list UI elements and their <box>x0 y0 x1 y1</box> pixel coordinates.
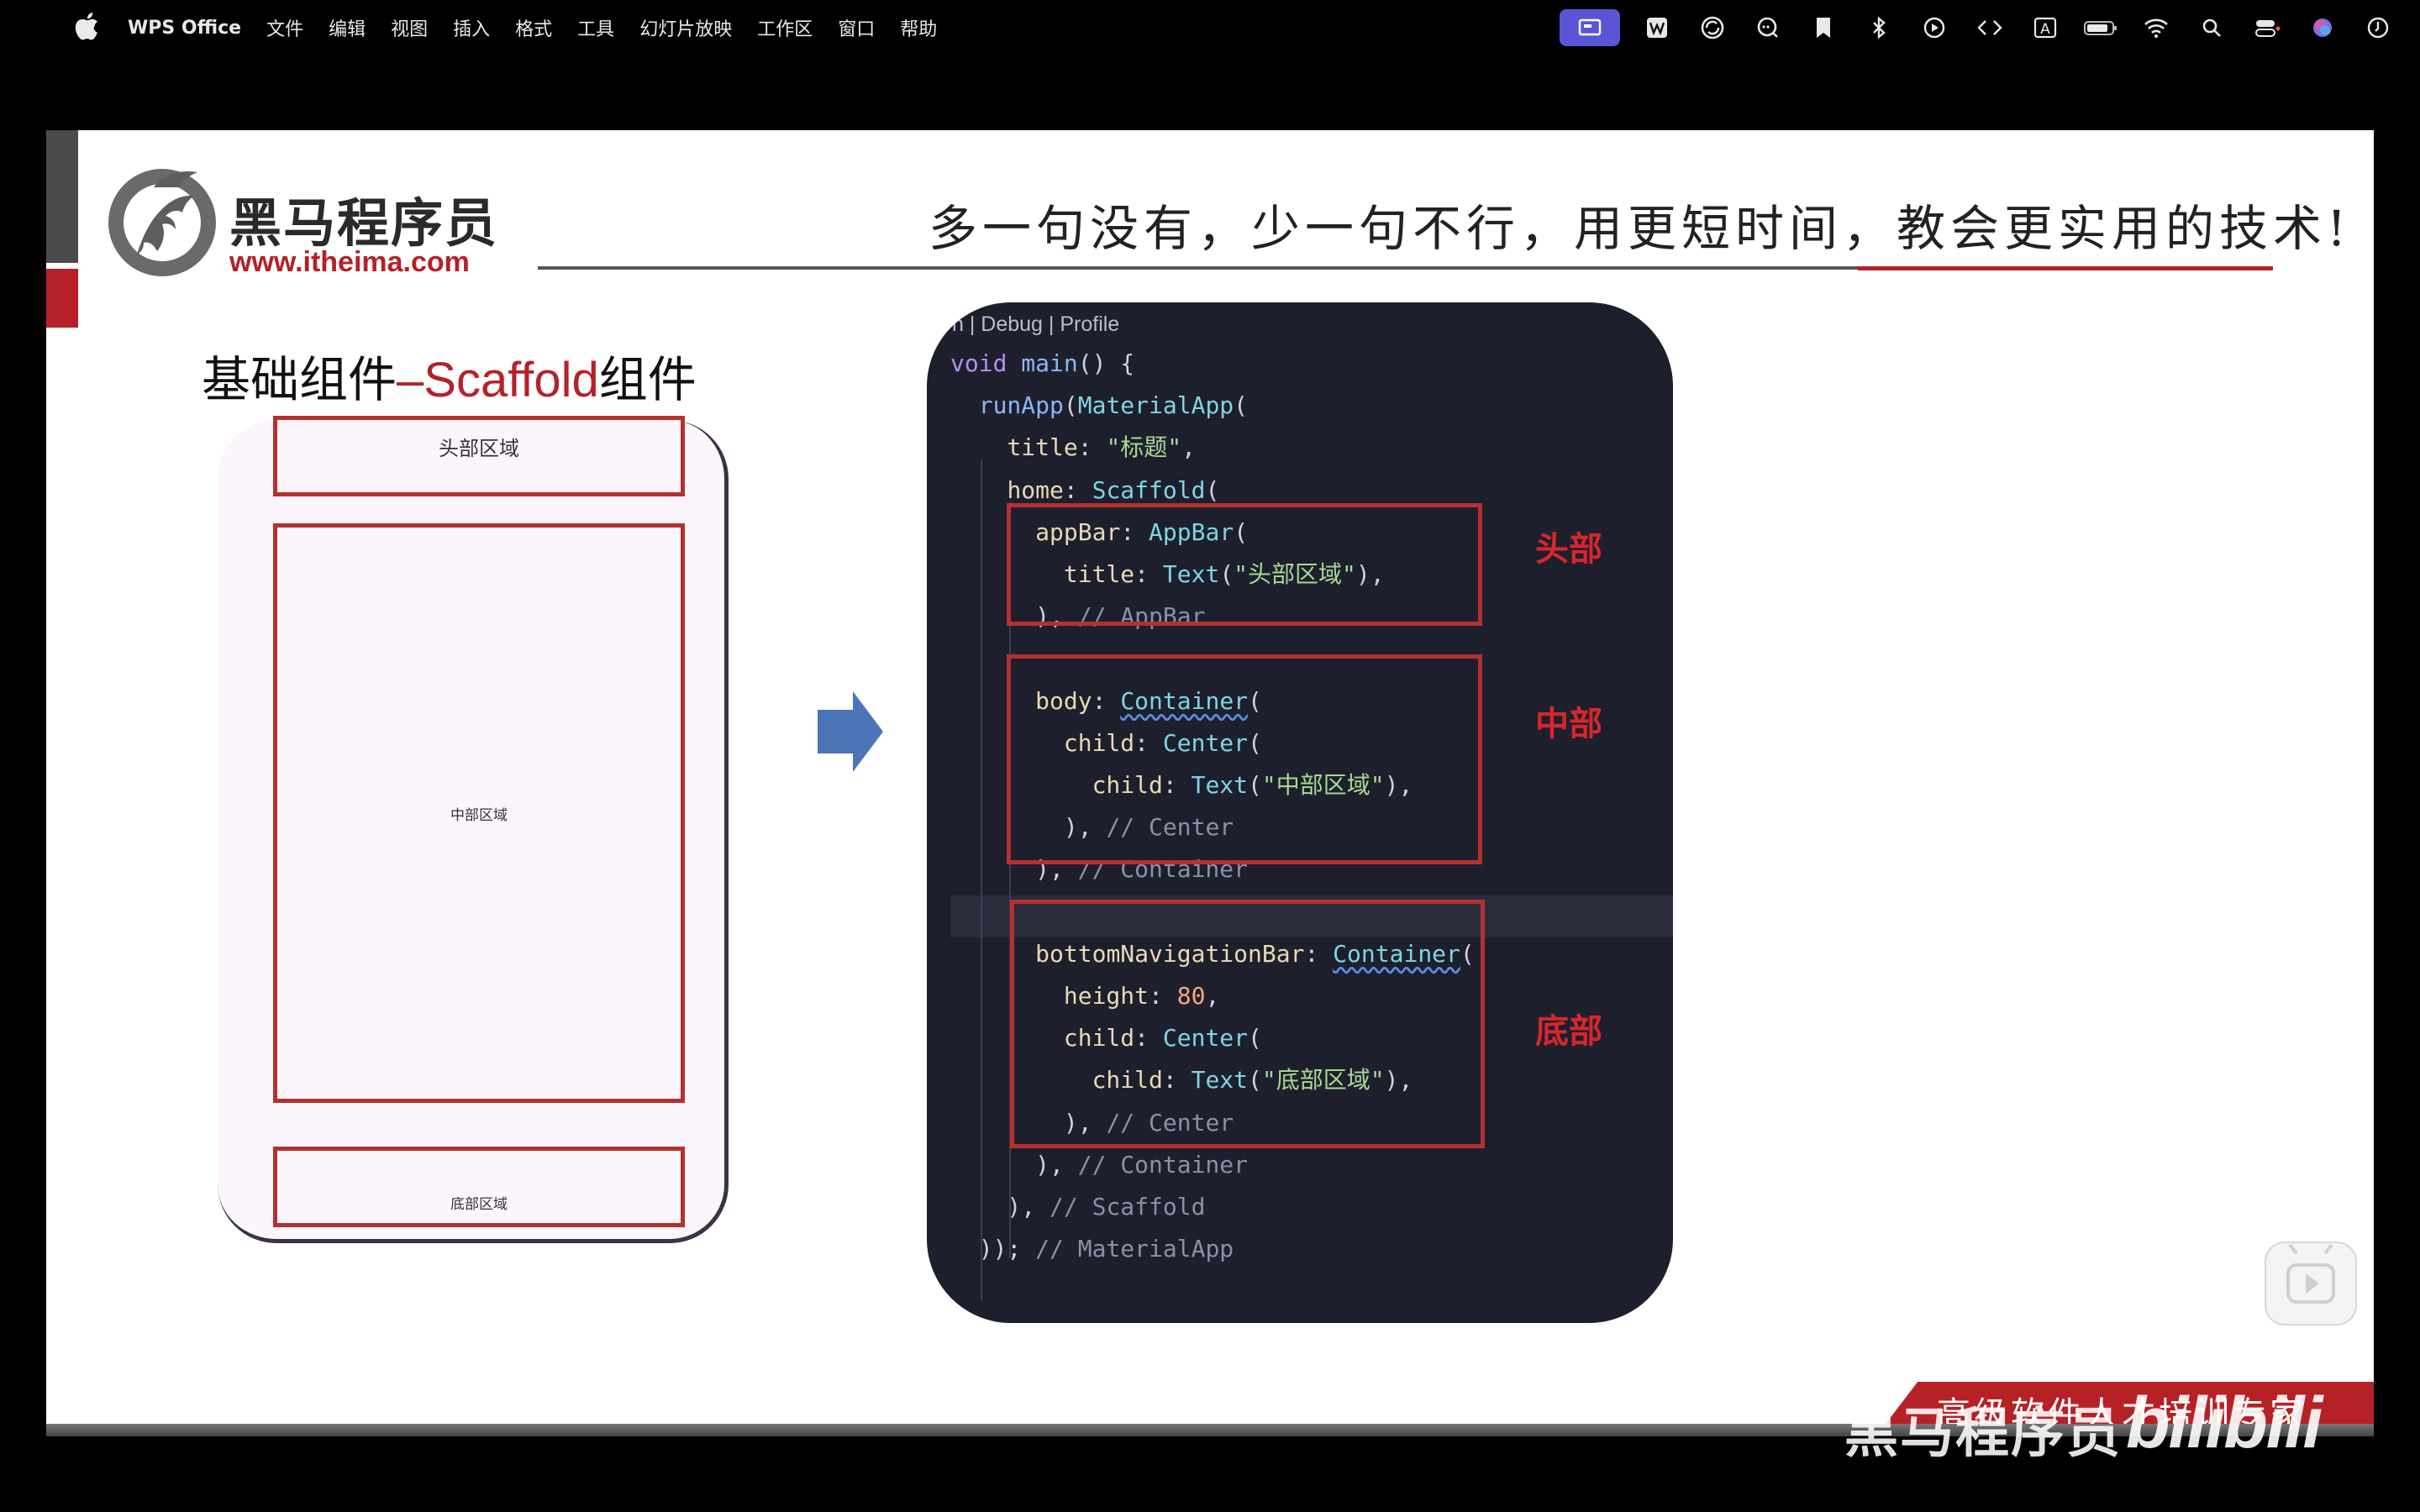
code-body-highlight-box <box>1007 654 1482 864</box>
phone-head-label: 头部区域 <box>439 437 519 460</box>
slide-title: 基础组件–Scaffold组件 <box>202 340 697 411</box>
horse-logo-icon <box>108 169 216 276</box>
code-head-label: 头部 <box>1535 530 1602 569</box>
watermark-logo: 黑马程序员 <box>1844 1403 2122 1465</box>
slide-side-bar-red <box>46 269 78 328</box>
menu-insert[interactable]: 插入 <box>453 14 490 41</box>
code-bottom-highlight-box <box>1010 900 1485 1148</box>
control-center-icon[interactable] <box>2249 9 2286 46</box>
wifi-icon[interactable] <box>2138 9 2175 46</box>
status-icons: A <box>1560 8 2396 47</box>
menu-file[interactable]: 文件 <box>266 14 303 41</box>
menu-edit[interactable]: 编辑 <box>329 14 366 41</box>
apple-icon[interactable] <box>74 12 99 40</box>
slide-side-bar-gray <box>46 130 78 263</box>
screen-record-icon[interactable] <box>1560 9 1620 46</box>
sync-icon[interactable] <box>1694 9 1731 46</box>
phone-body-label: 中部区域 <box>450 806 508 824</box>
wps-icon[interactable] <box>1639 9 1676 46</box>
logo-text: 黑马程序员 <box>229 192 499 254</box>
title-suffix: 组件 <box>598 351 697 408</box>
input-source-icon[interactable]: A <box>2027 9 2064 46</box>
arrow-right-icon <box>818 691 883 772</box>
title-accent: –Scaffold <box>397 353 599 407</box>
menu-tools[interactable]: 工具 <box>577 14 614 41</box>
play-button[interactable] <box>2265 1242 2357 1326</box>
bluetooth-icon[interactable] <box>1860 9 1897 46</box>
logo-url: www.itheima.com <box>229 246 470 278</box>
siri-icon[interactable] <box>2304 9 2341 46</box>
header-divider-accent <box>1858 266 2273 270</box>
play-circle-icon[interactable] <box>1916 9 1953 46</box>
battery-icon[interactable] <box>2082 9 2119 46</box>
bookmark-icon[interactable] <box>1805 9 1842 46</box>
phone-bottom-label: 底部区域 <box>450 1196 508 1213</box>
slide-slogan: 多一句没有，少一句不行，用更短时间，教会更实用的技术! <box>929 200 2352 257</box>
input-source-label: A <box>2040 21 2050 38</box>
code-bottom-label: 底部 <box>1535 1012 1602 1051</box>
menu-bar: WPS Office 文件 编辑 视图 插入 格式 工具 幻灯片放映 工作区 窗… <box>0 0 2420 55</box>
chat-icon[interactable] <box>1749 9 1786 46</box>
code-body-label: 中部 <box>1535 705 1602 743</box>
code-head-highlight-box <box>1007 503 1482 626</box>
menu-slideshow[interactable]: 幻灯片放映 <box>639 14 732 41</box>
menu-workspace[interactable]: 工作区 <box>757 14 813 41</box>
search-icon[interactable] <box>2193 9 2230 46</box>
app-menu-wps[interactable]: WPS Office <box>128 18 241 39</box>
menu-window[interactable]: 窗口 <box>838 14 875 41</box>
code-icon[interactable] <box>1971 9 2008 46</box>
menu-help[interactable]: 帮助 <box>900 14 937 41</box>
itheima-logo: 黑马程序员 www.itheima.com <box>103 162 557 280</box>
title-prefix: 基础组件 <box>202 351 397 408</box>
clock-icon[interactable] <box>2360 9 2396 46</box>
slide: 黑马程序员 www.itheima.com 多一句没有，少一句不行，用更短时间，… <box>46 130 2374 1436</box>
code-lens[interactable]: n | Debug | Profile <box>952 312 1119 337</box>
phone-head-region: 头部区域 <box>273 416 685 496</box>
menu-format[interactable]: 格式 <box>515 14 552 41</box>
watermark-bilibili: bilibili <box>2126 1383 2323 1463</box>
menu-view[interactable]: 视图 <box>391 14 428 41</box>
phone-bottom-region: 底部区域 <box>273 1147 685 1227</box>
play-icon <box>2286 1243 2335 1304</box>
phone-body-region: 中部区域 <box>273 523 685 1103</box>
